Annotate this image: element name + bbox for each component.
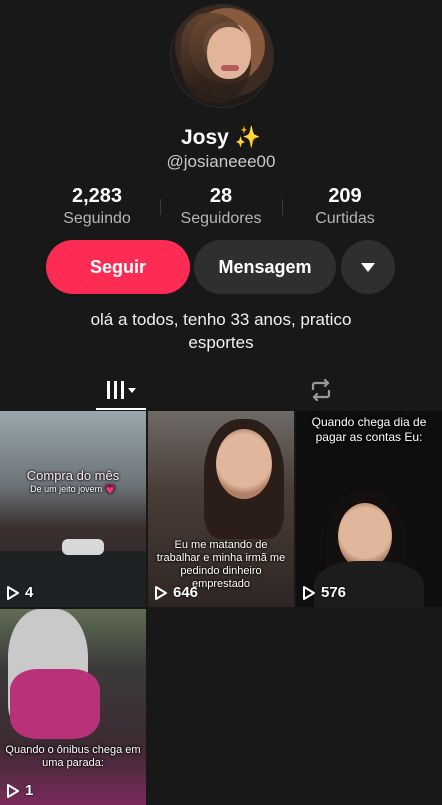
play-count: 1 [6,782,33,799]
tab-reposts[interactable] [296,370,346,410]
thumbnail-blanket [10,669,100,739]
play-icon [155,585,167,600]
play-count-value: 4 [25,584,34,601]
play-count-value: 646 [173,584,199,601]
video-thumbnail[interactable]: Quando chega dia de pagar as contas Eu: … [296,411,442,607]
video-thumbnail[interactable]: Eu me matando de trabalhar e minha irmã … [148,411,294,607]
stat-following-label: Seguindo [63,210,131,227]
stat-following[interactable]: 2,283 Seguindo [37,185,157,228]
stat-likes-label: Curtidas [315,210,375,227]
play-count: 646 [154,584,198,601]
sparkles-icon: ✨ [234,126,262,149]
stat-followers-label: Seguidores [180,210,262,227]
display-name: Josy ✨ [0,126,442,150]
message-button[interactable]: Mensagem [194,240,336,294]
stat-likes-value: 209 [328,185,362,207]
thumbnail-face [216,429,272,499]
profile-stats: 2,283 Seguindo 28 Seguidores 209 Curtida… [0,185,442,229]
stat-likes[interactable]: 209 Curtidas [285,185,405,228]
video-subcaption: De um jeito jovem 💗 [30,484,116,494]
profile-tabs [0,370,442,412]
avatar-lips [221,65,239,71]
caret-down-icon [127,387,136,393]
suggested-accounts-button[interactable] [341,240,395,294]
play-icon [7,783,19,798]
active-tab-indicator [96,408,146,410]
follow-button[interactable]: Seguir [46,240,190,294]
video-thumbnail[interactable]: Quando o ônibus chega em uma parada: 1 [0,609,146,805]
repost-icon [311,378,331,402]
stat-followers-value: 28 [209,185,233,207]
play-count: 576 [302,584,346,601]
video-caption: Quando o ônibus chega em uma parada: [5,744,141,769]
profile-avatar[interactable] [170,4,274,108]
play-icon [7,585,19,600]
video-thumbnail[interactable]: Compra do mês De um jeito jovem 💗 4 [0,411,146,607]
thumbnail-face [338,503,392,569]
username-handle: @josianeee00 [166,152,276,171]
play-count: 4 [6,584,33,601]
tab-videos[interactable] [96,370,146,410]
profile-bio: olá a todos, tenho 33 anos, pratico espo… [90,310,352,352]
avatar-face [207,27,251,79]
stat-divider [282,199,283,215]
play-count-value: 1 [25,782,34,799]
video-caption: Quando chega dia de pagar as contas Eu: [311,415,427,444]
play-count-value: 576 [321,584,347,601]
stat-followers[interactable]: 28 Seguidores [161,185,281,228]
play-icon [303,585,315,600]
stat-following-value: 2,283 [71,185,123,207]
thumbnail-car [62,539,104,555]
video-caption: Compra do mês [26,468,120,483]
grid-icon [106,381,124,399]
chevron-down-icon [361,262,375,272]
display-name-text: Josy [180,126,229,149]
